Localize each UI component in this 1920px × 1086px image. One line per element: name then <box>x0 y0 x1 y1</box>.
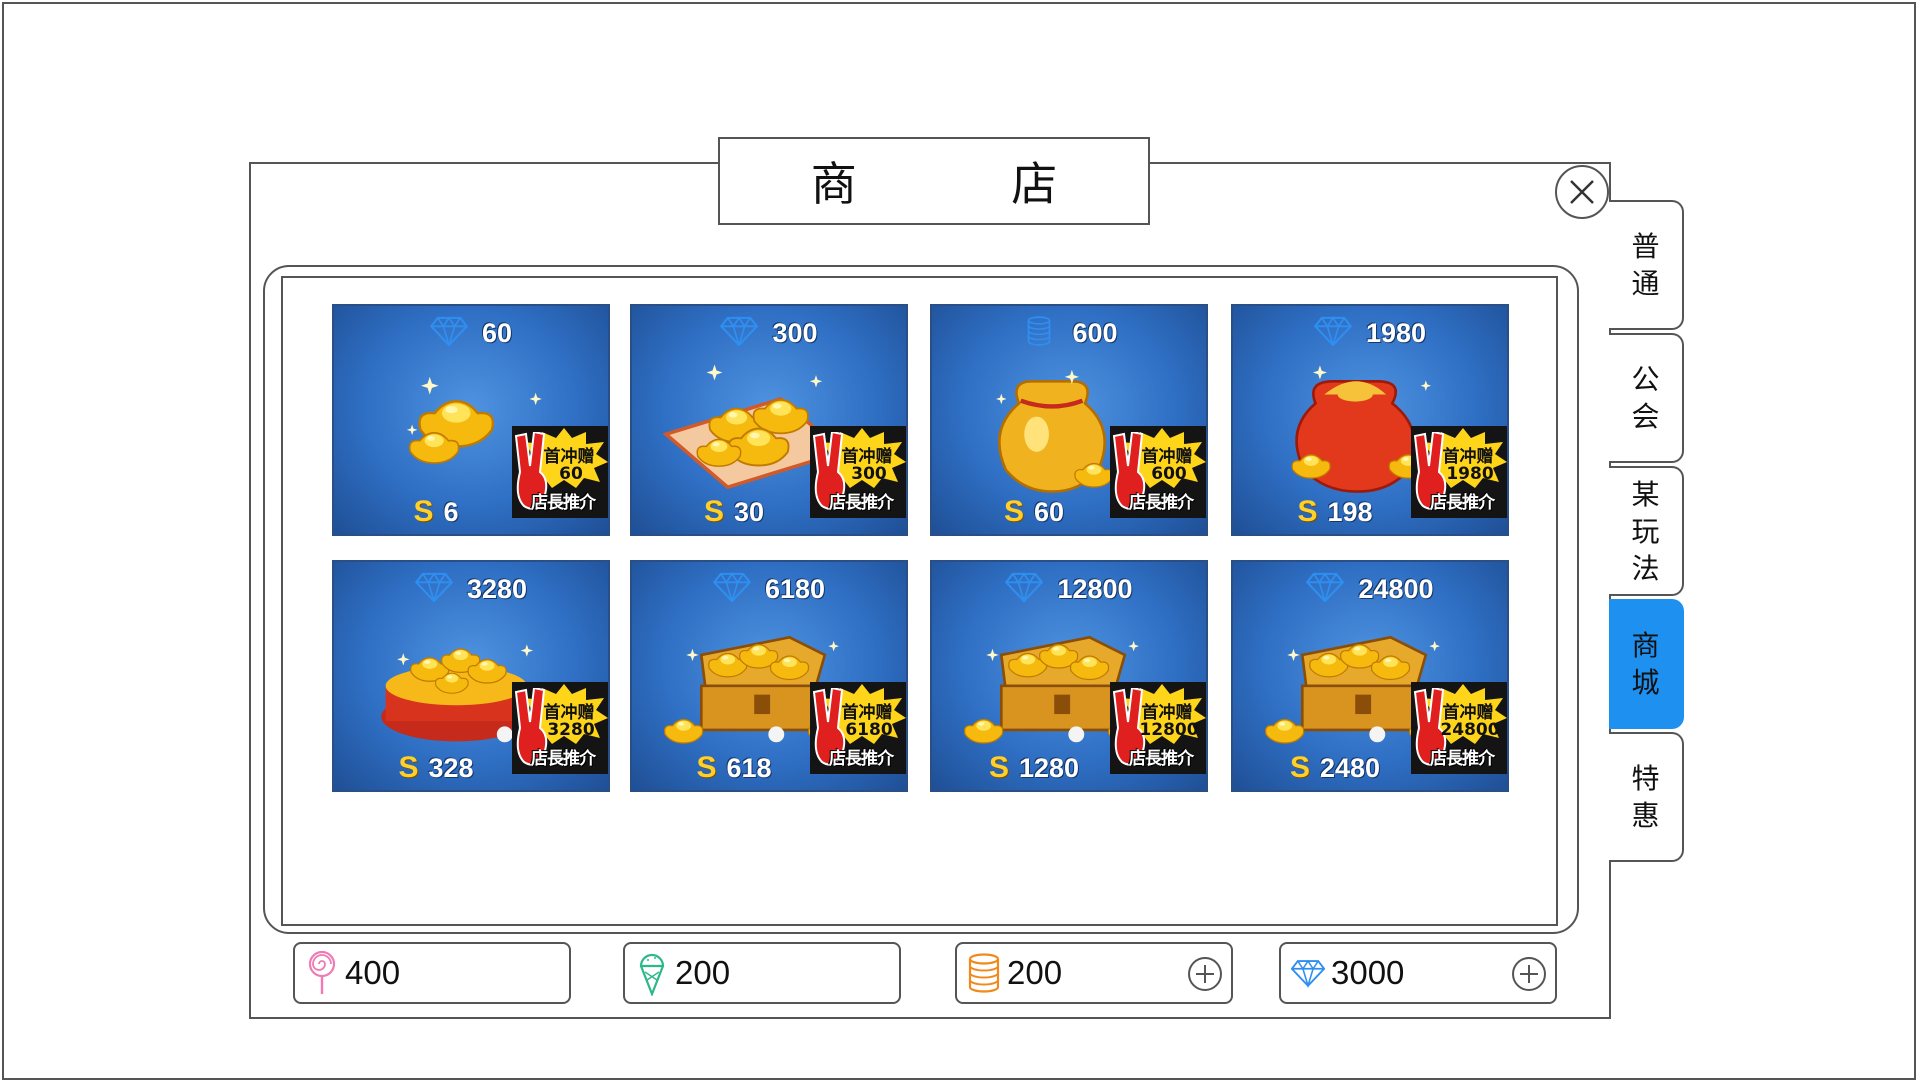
side-tab[interactable]: 公会 <box>1609 333 1684 463</box>
side-tab-label: 特 <box>1631 762 1660 795</box>
side-tab-label: 普 <box>1631 230 1660 263</box>
item-amount: 12800 <box>1057 573 1133 604</box>
item-amount: 24800 <box>1358 573 1434 604</box>
side-tab-label: 惠 <box>1631 799 1660 832</box>
item-price-row: S 618 <box>632 750 836 786</box>
shop-item-card[interactable]: 60 首冲赠 60 店長推介 S 6 <box>332 304 610 536</box>
item-amount: 1980 <box>1365 317 1427 348</box>
currency-symbol: S <box>696 751 717 784</box>
diamond-icon <box>429 315 469 351</box>
coin-stack-icon <box>967 950 1001 996</box>
shop-item-card[interactable]: 12800 首冲赠 12800 店長推介 S 1280 <box>930 560 1208 792</box>
side-tab-label: 公 <box>1631 363 1660 396</box>
item-price: 2480 <box>1319 752 1381 783</box>
promo-amount: 300 <box>851 464 887 484</box>
diamond-icon <box>414 571 454 607</box>
promo-amount: 24800 <box>1440 720 1500 740</box>
item-price: 198 <box>1327 496 1373 527</box>
diamond-icon <box>1005 571 1044 607</box>
side-tab[interactable]: 某玩法 <box>1609 466 1684 596</box>
shop-item-card[interactable]: 6180 首冲赠 6180 店長推介 S 618 <box>630 560 908 792</box>
item-amount-row: 24800 <box>1233 571 1507 607</box>
coin-stack-icon <box>1020 315 1058 351</box>
add-currency-button[interactable] <box>1511 956 1547 992</box>
side-tab-label: 会 <box>1631 400 1660 433</box>
side-tab-label: 商 <box>1631 629 1660 662</box>
promo-amount: 60 <box>559 464 583 484</box>
item-price-row: S 6 <box>334 494 538 530</box>
item-amount: 600 <box>1072 317 1118 348</box>
promo-amount: 600 <box>1151 464 1187 484</box>
item-amount-row: 1980 <box>1233 315 1507 351</box>
item-amount-row: 12800 <box>932 571 1206 607</box>
item-price: 328 <box>428 752 474 783</box>
currency-box: 200 <box>955 942 1233 1004</box>
promo-amount: 1980 <box>1446 464 1494 484</box>
item-price: 618 <box>726 752 772 783</box>
side-tab-label: 城 <box>1631 666 1660 699</box>
currency-symbol: S <box>398 751 419 784</box>
item-price-row: S 2480 <box>1233 750 1437 786</box>
lollipop-icon <box>305 950 339 996</box>
item-price-row: S 1280 <box>932 750 1136 786</box>
item-price: 1280 <box>1018 752 1080 783</box>
item-price: 60 <box>1033 496 1065 527</box>
promo-amount: 12800 <box>1139 720 1199 740</box>
item-price-row: S 30 <box>632 494 836 530</box>
currency-symbol: S <box>1003 495 1024 528</box>
shop-item-card[interactable]: 3280 首冲赠 3280 店長推介 S 328 <box>332 560 610 792</box>
diamond-icon <box>720 315 759 351</box>
item-price: 30 <box>733 496 765 527</box>
item-amount-row: 600 <box>932 315 1206 351</box>
diamond-icon <box>1306 571 1345 607</box>
currency-value: 200 <box>1007 954 1063 991</box>
promo-amount: 6180 <box>845 720 893 740</box>
side-tab[interactable]: 商城 <box>1609 599 1684 729</box>
item-amount-row: 6180 <box>632 571 906 607</box>
diamond-icon <box>1313 315 1353 351</box>
diamond-icon <box>712 571 752 607</box>
item-amount: 60 <box>481 317 513 348</box>
currency-box: 3000 <box>1279 942 1557 1004</box>
shop-item-card[interactable]: 24800 首冲赠 24800 店長推介 S 2480 <box>1231 560 1509 792</box>
promo-amount: 3280 <box>547 720 595 740</box>
shop-item-card[interactable]: 600 首冲赠 600 店長推介 S 60 <box>930 304 1208 536</box>
item-price-row: S 198 <box>1233 494 1437 530</box>
item-amount: 3280 <box>466 573 528 604</box>
ice-cream-icon <box>635 950 669 998</box>
diamond-icon <box>1290 950 1326 996</box>
side-tab[interactable]: 普通 <box>1609 200 1684 330</box>
close-button[interactable] <box>1555 165 1609 219</box>
currency-box: 400 <box>293 942 571 1004</box>
add-currency-button[interactable] <box>1187 956 1223 992</box>
currency-symbol: S <box>703 495 724 528</box>
item-price-row: S 328 <box>334 750 538 786</box>
item-amount: 6180 <box>764 573 826 604</box>
side-tab-label: 法 <box>1631 551 1660 585</box>
page-title: 商 店 <box>718 137 1150 225</box>
item-price: 6 <box>443 496 459 527</box>
currency-symbol: S <box>1297 495 1318 528</box>
currency-value: 3000 <box>1331 954 1405 991</box>
side-tab-label: 通 <box>1631 267 1660 300</box>
currency-symbol: S <box>988 751 1009 784</box>
item-amount-row: 3280 <box>334 571 608 607</box>
item-price-row: S 60 <box>932 494 1136 530</box>
side-tab-label: 某 <box>1631 477 1660 511</box>
item-amount-row: 300 <box>632 315 906 351</box>
currency-box: 200 <box>623 942 901 1004</box>
currency-value: 200 <box>675 954 731 991</box>
item-amount-row: 60 <box>334 315 608 351</box>
currency-value: 400 <box>345 954 401 991</box>
close-icon <box>1570 180 1594 204</box>
item-amount: 300 <box>772 317 818 348</box>
currency-symbol: S <box>413 495 434 528</box>
side-tab[interactable]: 特惠 <box>1609 732 1684 862</box>
shop-item-card[interactable]: 300 首冲赠 300 店長推介 S 30 <box>630 304 908 536</box>
currency-symbol: S <box>1289 751 1310 784</box>
side-tab-label: 玩 <box>1631 514 1660 548</box>
shop-item-card[interactable]: 1980 首冲赠 1980 店長推介 S 198 <box>1231 304 1509 536</box>
